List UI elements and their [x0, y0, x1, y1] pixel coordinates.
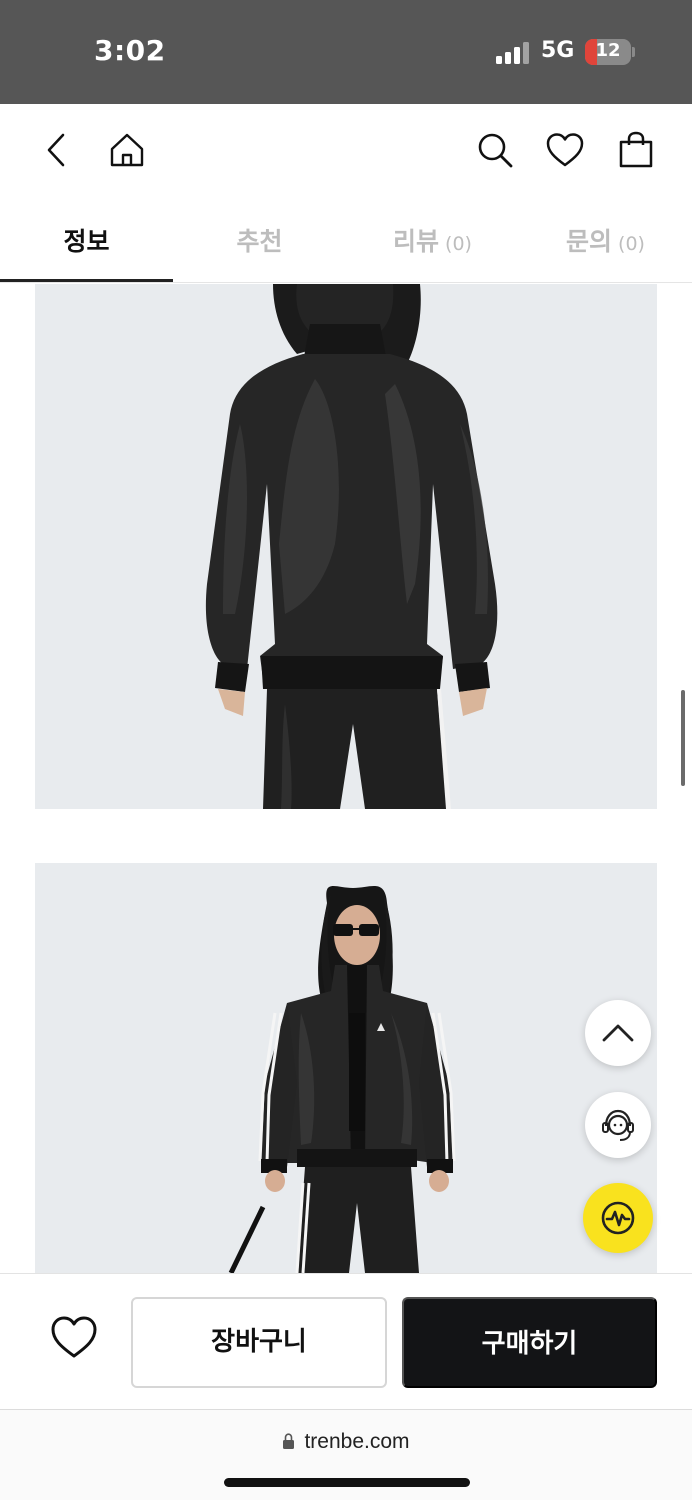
signal-bars-icon	[496, 40, 530, 64]
bottom-action-bar: 장바구니 구매하기	[0, 1273, 692, 1409]
scroll-top-button[interactable]	[585, 1000, 651, 1066]
tab-recommend[interactable]: 추천	[173, 198, 346, 284]
buy-now-button[interactable]: 구매하기	[402, 1297, 657, 1388]
tab-inquiries[interactable]: 문의 (0)	[519, 198, 692, 284]
heart-icon[interactable]	[545, 130, 585, 170]
tab-info-label: 정보	[63, 227, 110, 256]
pulse-wave-icon	[601, 1201, 635, 1235]
tab-reviews-label: 리뷰	[393, 227, 440, 256]
url-display[interactable]: trenbe.com	[0, 1430, 692, 1454]
tab-recommend-label: 추천	[236, 227, 283, 256]
status-time: 3:02	[94, 34, 166, 67]
heart-outline-icon	[51, 1316, 97, 1358]
product-tabs: 정보 추천 리뷰 (0) 문의 (0)	[0, 198, 692, 284]
lock-icon	[283, 1433, 295, 1449]
url-text: trenbe.com	[304, 1430, 410, 1453]
scroll-indicator[interactable]	[681, 690, 685, 786]
back-arrow-icon[interactable]	[37, 130, 77, 170]
customer-service-agent-icon	[602, 1109, 634, 1141]
battery-tip	[632, 47, 635, 57]
tab-inquiries-count: (0)	[618, 233, 645, 255]
browser-url-bar: trenbe.com	[0, 1409, 692, 1500]
add-to-cart-button[interactable]: 장바구니	[131, 1297, 387, 1388]
wishlist-button[interactable]	[48, 1312, 100, 1364]
scroll-top-chevron-icon	[602, 1024, 634, 1042]
home-icon[interactable]	[107, 130, 147, 170]
tab-inquiries-label: 문의	[566, 227, 613, 256]
pulse-chat-button[interactable]	[583, 1183, 653, 1253]
status-bar: 3:02 5G 12	[0, 0, 692, 104]
app-header	[0, 104, 692, 198]
battery-icon: 12	[585, 39, 631, 65]
shopping-bag-icon[interactable]	[616, 130, 656, 170]
product-image-front	[35, 863, 657, 1273]
search-icon[interactable]	[475, 130, 515, 170]
customer-service-button[interactable]	[585, 1092, 651, 1158]
battery-level: 12	[595, 40, 621, 61]
tab-divider	[0, 282, 692, 283]
network-type: 5G	[541, 38, 575, 63]
tab-info[interactable]: 정보	[0, 198, 173, 284]
tab-reviews[interactable]: 리뷰 (0)	[346, 198, 519, 284]
product-image-back	[35, 284, 657, 809]
tab-reviews-count: (0)	[445, 233, 472, 255]
home-indicator[interactable]	[224, 1478, 470, 1487]
